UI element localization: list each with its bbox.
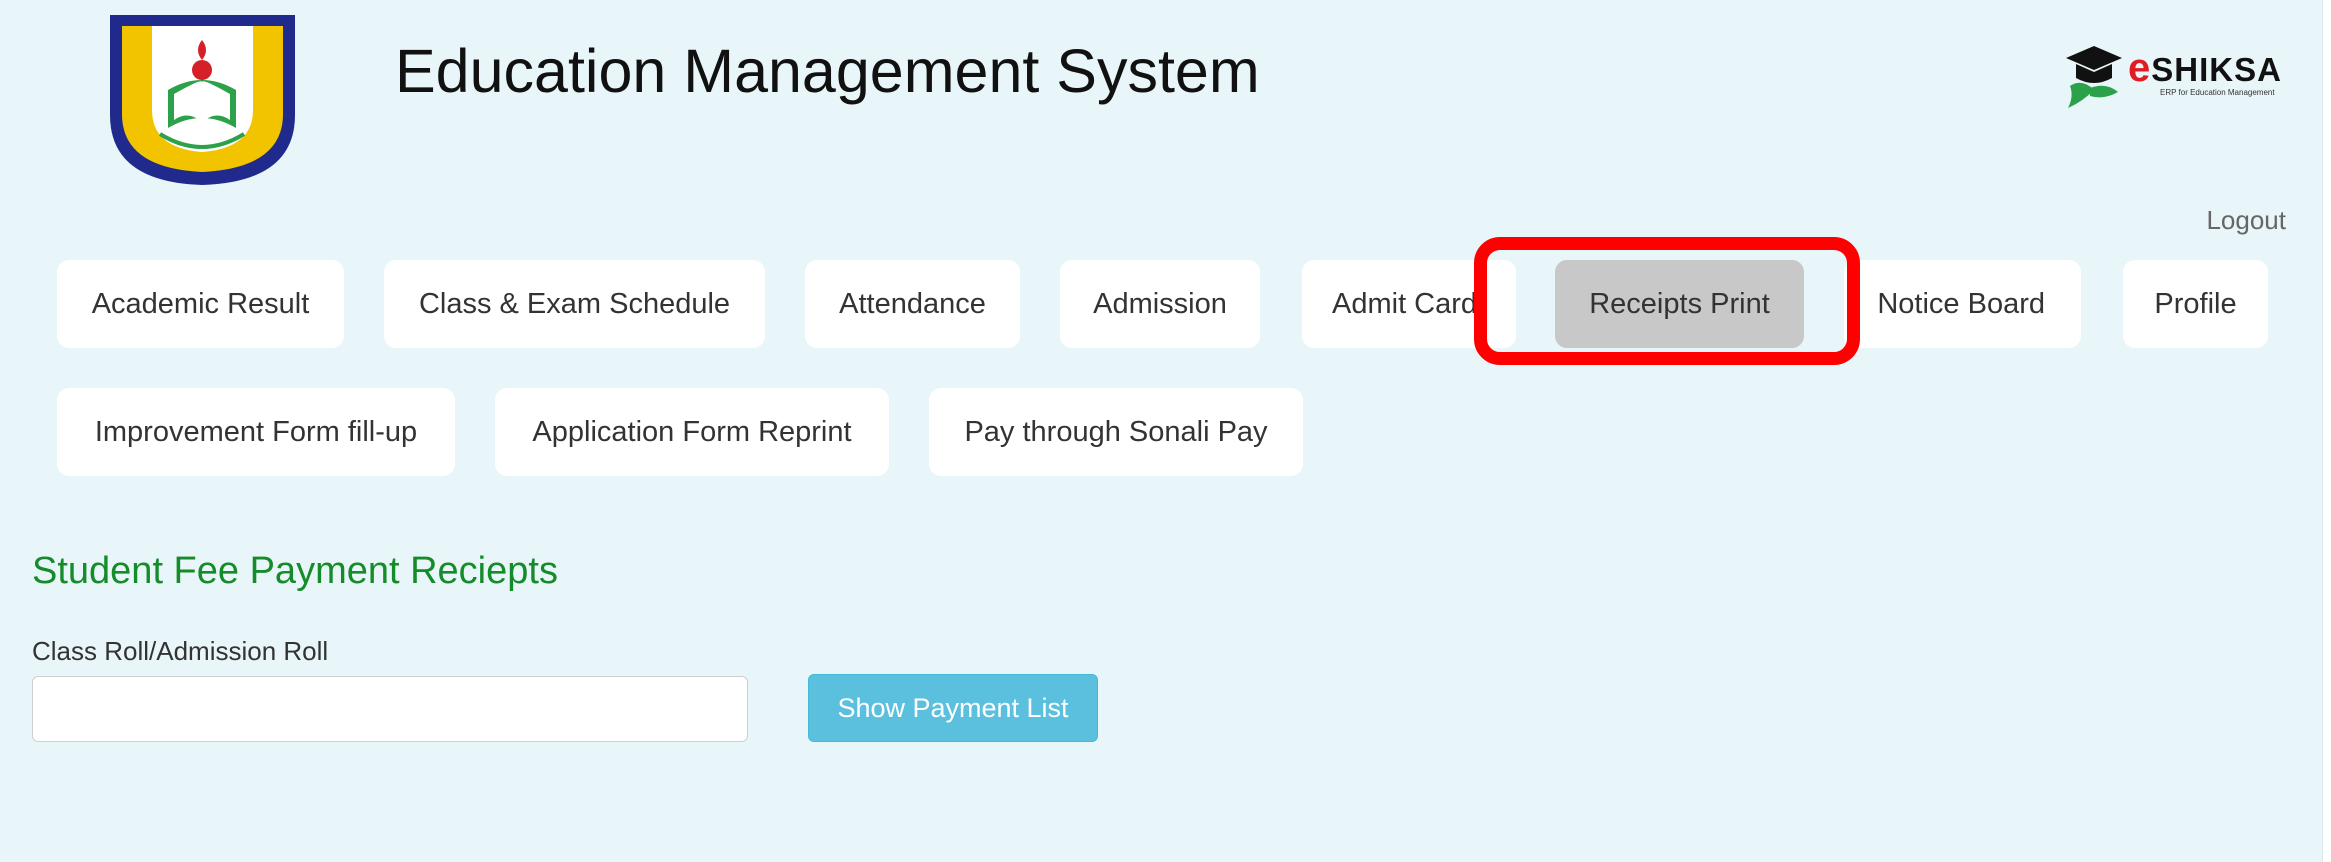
section-title: Student Fee Payment Reciepts	[32, 550, 558, 592]
eshiksa-brand-logo: eSHIKSA ERP for Education Management	[2060, 38, 2290, 108]
nav-notice-board[interactable]: Notice Board	[1844, 260, 2081, 348]
nav-improvement-form[interactable]: Improvement Form fill-up	[57, 388, 455, 476]
app-title: Education Management System	[395, 37, 1260, 105]
nav-class-exam-schedule[interactable]: Class & Exam Schedule	[384, 260, 765, 348]
graduation-cap-icon	[2066, 46, 2122, 108]
nav-academic-result[interactable]: Academic Result	[57, 260, 344, 348]
brand-tagline: ERP for Education Management	[2160, 88, 2275, 97]
nav-admission[interactable]: Admission	[1060, 260, 1260, 348]
nav-receipts-print[interactable]: Receipts Print	[1555, 260, 1804, 348]
brand-name-e: e	[2128, 46, 2152, 90]
page-panel: Education Management System eSHIKSA ERP …	[0, 0, 2323, 862]
nav-application-form-reprint[interactable]: Application Form Reprint	[495, 388, 889, 476]
nav-attendance[interactable]: Attendance	[805, 260, 1020, 348]
nav-sonali-pay[interactable]: Pay through Sonali Pay	[929, 388, 1303, 476]
roll-label: Class Roll/Admission Roll	[32, 636, 329, 666]
brand-name: eSHIKSA	[2128, 46, 2282, 91]
college-emblem-icon	[110, 15, 295, 185]
show-payment-list-button[interactable]: Show Payment List	[808, 674, 1098, 742]
logout-link[interactable]: Logout	[2206, 205, 2286, 236]
roll-input[interactable]	[32, 676, 748, 742]
nav-profile[interactable]: Profile	[2123, 260, 2268, 348]
nav-admit-card[interactable]: Admit Card	[1302, 260, 1516, 348]
brand-name-rest: SHIKSA	[2151, 51, 2282, 88]
